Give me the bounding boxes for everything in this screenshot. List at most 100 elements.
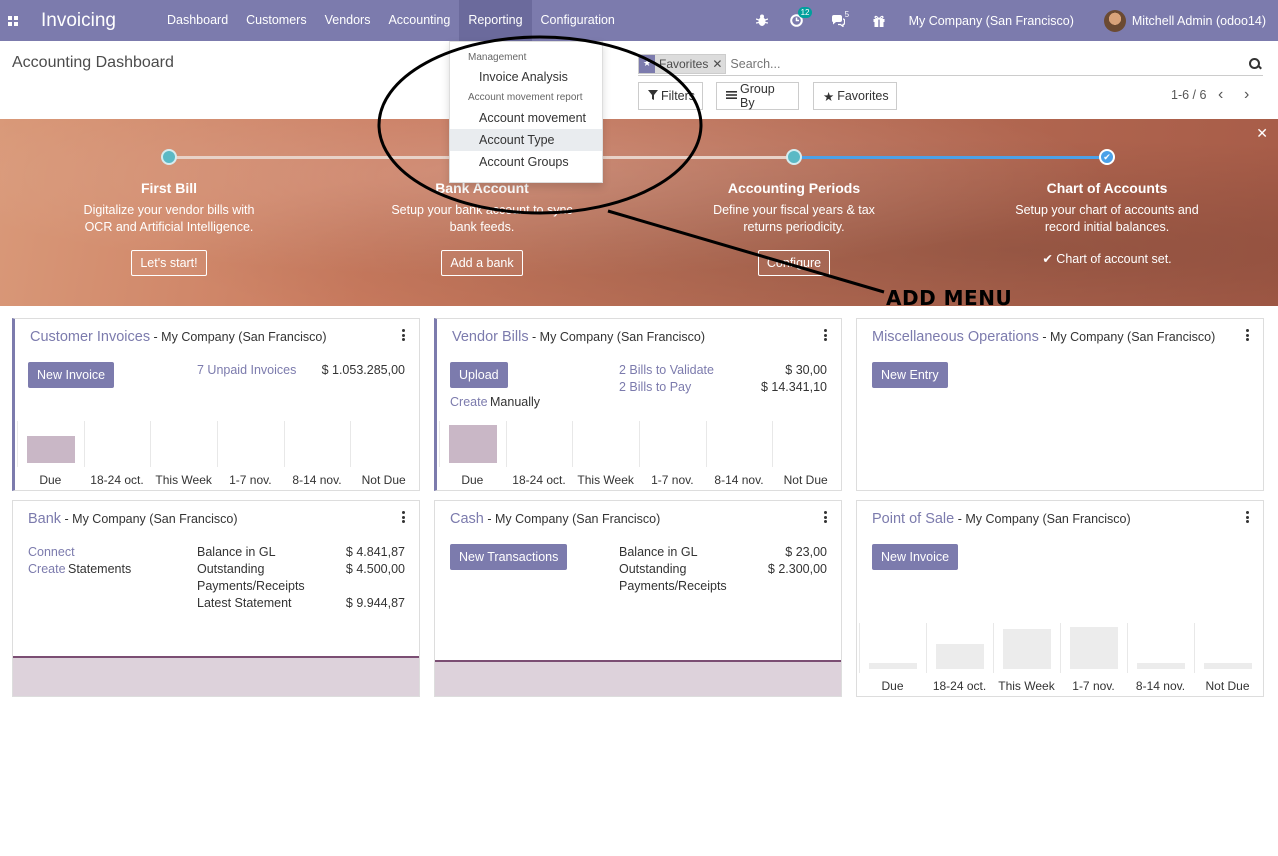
chart-tick-label: 1-7 nov. [229, 473, 272, 487]
card-company: - My Company (San Francisco) [528, 330, 706, 344]
chart-tick-label: 8-14 nov. [714, 473, 764, 487]
menu-item-account-movement[interactable]: Account movement [450, 107, 602, 129]
message-count-badge: 5 [844, 9, 850, 19]
chart-bar[interactable] [449, 425, 497, 463]
pos-aging-chart: Due 18-24 oct. This Week 1-7 nov. 8-14 nov. N… [857, 621, 1263, 697]
chart-bar[interactable] [869, 662, 918, 669]
menu-configuration[interactable]: Configuration [532, 0, 624, 41]
card-company: - My Company (San Francisco) [61, 512, 238, 526]
kebab-menu-icon[interactable] [402, 329, 406, 343]
step-desc-1: Digitalize your vendor bills with [83, 203, 255, 217]
chart-tick-label: Due [461, 473, 484, 487]
chart-bar[interactable] [1003, 629, 1052, 669]
app-brand[interactable]: Invoicing [41, 10, 116, 32]
outstanding-label: Outstanding [619, 562, 687, 576]
card-company: - My Company (San Francisco) [954, 512, 1131, 526]
kebab-menu-icon[interactable] [824, 511, 828, 525]
company-switcher[interactable]: My Company (San Francisco) [909, 14, 1074, 28]
messages-icon[interactable]: 5 [831, 10, 849, 27]
upload-button[interactable]: Upload [450, 362, 508, 388]
new-invoice-button[interactable]: New Invoice [28, 362, 115, 388]
group-by-label: Group By [740, 82, 775, 110]
chart-tick-label: 8-14 nov. [1135, 679, 1186, 693]
step-done-label: Chart of account set. [1056, 252, 1172, 266]
chart-bar[interactable] [27, 436, 75, 463]
close-icon[interactable]: ✕ [1256, 125, 1268, 142]
pager-next-icon[interactable]: › [1244, 86, 1249, 104]
kebab-menu-icon[interactable] [824, 329, 828, 343]
menu-dashboard[interactable]: Dashboard [158, 0, 237, 41]
search-facet[interactable]: ★ Favorites ✕ [638, 53, 727, 74]
outstanding-label-2: Payments/Receipts [197, 579, 305, 593]
bills-to-validate-link[interactable]: 2 Bills to Validate [619, 363, 714, 377]
section-header-management: Management [468, 52, 527, 63]
card-title[interactable]: Cash - My Company (San Francisco) [450, 511, 660, 527]
step-desc-1: Setup your chart of accounts and [1015, 203, 1199, 217]
group-by-button[interactable]: Group By [716, 82, 799, 110]
chart-tick-label: This Week [577, 473, 634, 487]
filters-label: Filters [661, 89, 696, 103]
card-title[interactable]: Miscellaneous Operations - My Company (S… [872, 329, 1215, 345]
latest-statement-amount: $ 9.944,87 [345, 596, 405, 610]
create-manually-link[interactable]: Create [450, 395, 488, 409]
miscellaneous-operations-card: Miscellaneous Operations - My Company (S… [856, 318, 1264, 491]
facet-remove-icon[interactable]: ✕ [712, 57, 722, 71]
card-title[interactable]: Bank - My Company (San Francisco) [28, 511, 238, 527]
search-input[interactable] [730, 56, 1247, 71]
new-transactions-button[interactable]: New Transactions [450, 544, 568, 570]
menu-customers[interactable]: Customers [237, 0, 315, 41]
card-title-label: Cash [450, 511, 484, 527]
outstanding-label: Outstanding [197, 562, 265, 576]
bills-to-pay-amount: $ 14.341,10 [760, 380, 827, 394]
customer-invoices-card: Customer Invoices - My Company (San Fran… [12, 318, 420, 491]
card-company: - My Company (San Francisco) [150, 330, 327, 344]
activity-icon[interactable]: 12 [789, 7, 813, 27]
chart-column [705, 421, 773, 467]
connect-link[interactable]: Connect [28, 545, 75, 559]
bills-to-pay-link[interactable]: 2 Bills to Pay [619, 380, 691, 394]
step-desc-1: Define your fiscal years & tax [713, 203, 875, 217]
search-icon[interactable] [1247, 56, 1263, 72]
chart-bar[interactable] [1070, 627, 1119, 669]
menu-item-invoice-analysis[interactable]: Invoice Analysis [450, 66, 602, 88]
chart-bar[interactable] [1137, 662, 1186, 669]
menu-item-account-groups[interactable]: Account Groups [450, 151, 602, 173]
chart-bar[interactable] [1204, 662, 1253, 669]
pager-previous-icon[interactable]: ‹ [1218, 86, 1223, 104]
kebab-menu-icon[interactable] [1246, 511, 1250, 525]
lets-start-button[interactable]: Let's start! [131, 250, 207, 276]
step-desc-2: OCR and Artificial Intelligence. [84, 220, 254, 234]
new-invoice-button[interactable]: New Invoice [872, 544, 959, 570]
balance-gl-label: Balance in GL [197, 545, 276, 559]
balance-gl-amount: $ 23,00 [785, 545, 827, 559]
kebab-menu-icon[interactable] [402, 511, 406, 525]
chart-column [772, 421, 839, 467]
menu-accounting[interactable]: Accounting [379, 0, 459, 41]
favorites-button[interactable]: ★ Favorites [813, 82, 897, 110]
new-entry-button[interactable]: New Entry [872, 362, 948, 388]
chart-bar[interactable] [936, 643, 985, 669]
create-statements-link[interactable]: Create [28, 562, 66, 576]
menu-reporting[interactable]: Reporting [459, 0, 532, 41]
bug-icon[interactable] [755, 14, 768, 27]
configure-button[interactable]: Configure [757, 250, 831, 276]
unpaid-invoices-link[interactable]: 7 Unpaid Invoices [197, 363, 296, 377]
chart-tick-label: Not Due [361, 473, 406, 487]
add-bank-button[interactable]: Add a bank [441, 250, 523, 276]
card-title-label: Point of Sale [872, 511, 955, 527]
user-menu[interactable]: Mitchell Admin (odoo14) [1103, 9, 1266, 32]
card-title[interactable]: Customer Invoices - My Company (San Fran… [30, 329, 327, 345]
card-company: - My Company (San Francisco) [483, 512, 661, 526]
card-title[interactable]: Vendor Bills - My Company (San Francisco… [452, 329, 705, 345]
cash-card: Cash - My Company (San Francisco) New Tr… [434, 500, 842, 697]
card-title[interactable]: Point of Sale - My Company (San Francisc… [872, 511, 1131, 527]
chart-column [505, 421, 573, 467]
filters-button[interactable]: Filters [638, 82, 703, 110]
gift-icon[interactable] [873, 15, 885, 27]
bank-balance-line-chart [13, 656, 419, 696]
menu-item-account-type[interactable]: Account Type [450, 129, 602, 151]
apps-menu-icon[interactable] [0, 0, 26, 41]
menu-vendors[interactable]: Vendors [316, 0, 380, 41]
kebab-menu-icon[interactable] [1246, 329, 1250, 343]
reporting-dropdown: Management Invoice Analysis Account move… [449, 41, 603, 183]
